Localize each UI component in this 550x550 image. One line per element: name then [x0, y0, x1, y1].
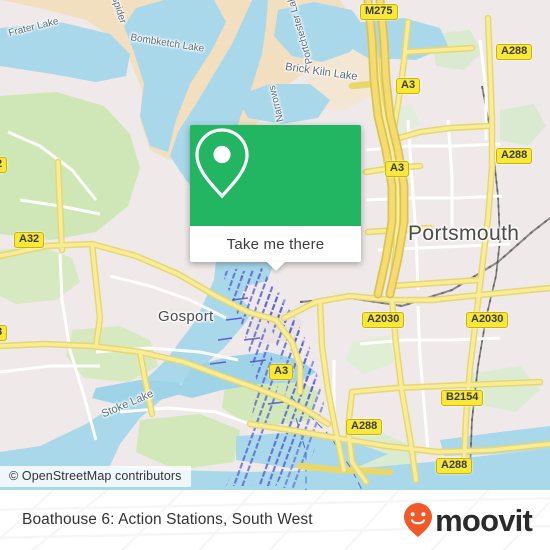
location-title: Boathouse 6: Action Stations, South West — [22, 511, 313, 528]
road-shield-b2154: B2154 — [441, 390, 484, 406]
road-shield-a32: A32 — [14, 232, 45, 248]
take-me-there-label: Take me there — [226, 235, 325, 253]
road-shield-a3: A3 — [269, 364, 294, 380]
footer-bar: Boathouse 6: Action Stations, South West… — [0, 490, 550, 550]
road-shield-a2030: A2030 — [362, 312, 405, 328]
take-me-there-button[interactable]: Take me there — [190, 226, 361, 271]
callout-pointer — [266, 262, 285, 271]
road-shield-m275: M275 — [360, 4, 398, 20]
location-callout-card[interactable]: Take me there — [190, 125, 361, 271]
place-label-gosport: Gosport — [158, 308, 214, 325]
road-shield-a288: A288 — [496, 148, 533, 164]
map-pin-icon — [195, 128, 249, 199]
moovit-map-share-card: Frater Lake Spider Bombketch Lake Portch… — [0, 0, 550, 550]
road-shield-a288: A288 — [496, 44, 533, 60]
road-shield-a288: A288 — [346, 419, 383, 435]
road-shield-a288: A288 — [436, 458, 473, 474]
card-pin-area — [190, 125, 361, 226]
road-shield-a3: A3 — [385, 161, 410, 177]
road-shield-a2030: A2030 — [466, 312, 509, 328]
place-label-portsmouth: Portsmouth — [408, 222, 520, 245]
moovit-smiley-pin-icon — [404, 503, 433, 537]
osm-attribution[interactable]: © OpenStreetMap contributors — [0, 466, 191, 487]
road-shield-a32-partial: 2 — [0, 157, 8, 173]
road-shield-a3: A3 — [396, 78, 421, 94]
moovit-wordmark: moovit — [435, 502, 533, 538]
map-canvas[interactable]: Frater Lake Spider Bombketch Lake Portch… — [0, 0, 550, 490]
road-shield-a3-partial: 3 — [0, 325, 8, 341]
moovit-brand[interactable]: moovit — [403, 502, 533, 538]
